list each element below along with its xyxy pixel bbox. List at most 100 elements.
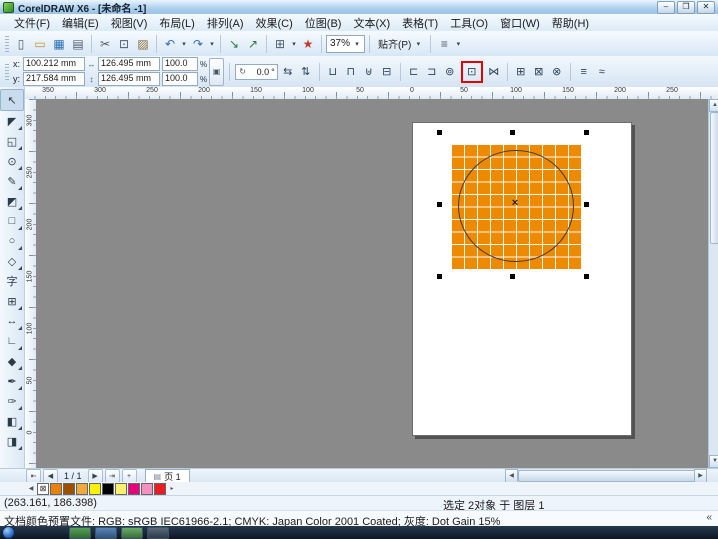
y-position-field[interactable]: 217.584 mm <box>23 72 85 86</box>
palette-scroll-left-button[interactable]: ◀ <box>26 483 36 494</box>
group-button[interactable]: ⊞ <box>513 64 529 80</box>
dimension-tool[interactable]: ↔ <box>1 311 23 331</box>
prev-page-button[interactable]: ◀ <box>43 469 58 483</box>
last-page-button[interactable]: ⇥ <box>105 469 120 483</box>
create-boundary-button[interactable]: ⊚ <box>442 64 458 80</box>
taskbar-button[interactable] <box>69 527 91 539</box>
polygon-tool[interactable]: ◇ <box>1 251 23 271</box>
menu-bitmaps[interactable]: 位图(B) <box>299 14 348 32</box>
menu-table[interactable]: 表格(T) <box>396 14 444 32</box>
smart-fill-tool[interactable]: ◩ <box>1 191 23 211</box>
convert-to-curves-button[interactable]: ≈ <box>594 64 610 80</box>
redo-icon[interactable]: ↷ <box>189 35 207 53</box>
eyedropper-tool[interactable]: ✒ <box>1 371 23 391</box>
welcome-screen-icon[interactable]: ★ <box>299 35 317 53</box>
freehand-tool[interactable]: ✎ <box>1 171 23 191</box>
zoom-dropdown-caret[interactable]: ▾ <box>353 40 361 48</box>
scroll-left-arrow[interactable]: ◀ <box>505 469 518 483</box>
color-swatch[interactable] <box>76 483 88 495</box>
basic-shapes-tool[interactable]: ◆ <box>1 351 23 371</box>
mirror-vertical-button[interactable]: ⇅ <box>298 64 314 80</box>
open-icon[interactable]: ▭ <box>31 35 49 53</box>
color-swatch[interactable] <box>154 483 166 495</box>
page-tab[interactable]: ▤ 页 1 <box>145 469 190 483</box>
options-dropdown-caret[interactable]: ▾ <box>454 40 462 48</box>
scale-v-field[interactable]: 100.0 <box>162 72 198 86</box>
menu-effects[interactable]: 效果(C) <box>250 14 299 32</box>
ellipse-tool[interactable]: ○ <box>1 231 23 251</box>
save-icon[interactable]: ▦ <box>50 35 68 53</box>
add-page-button[interactable]: + <box>122 469 137 483</box>
lock-ratio-button[interactable]: ▣ <box>209 58 224 86</box>
next-page-button[interactable]: ▶ <box>88 469 103 483</box>
vertical-scroll-thumb[interactable] <box>710 112 718 244</box>
ungroup-all-button[interactable]: ⊗ <box>549 64 565 80</box>
break-apart-button[interactable]: ⋈ <box>486 64 502 80</box>
scroll-up-arrow[interactable]: ▲ <box>709 99 718 112</box>
color-swatch[interactable] <box>63 483 75 495</box>
color-swatch[interactable] <box>89 483 101 495</box>
palette-flyout-button[interactable]: ▸ <box>167 483 177 494</box>
color-swatch[interactable] <box>102 483 114 495</box>
first-page-button[interactable]: ⇤ <box>26 469 41 483</box>
menu-file[interactable]: 文件(F) <box>8 14 56 32</box>
color-swatch[interactable] <box>128 483 140 495</box>
menu-edit[interactable]: 编辑(E) <box>56 14 105 32</box>
x-position-field[interactable]: 100.212 mm <box>23 57 85 71</box>
weld-button[interactable]: ⊔ <box>325 64 341 80</box>
start-button[interactable] <box>2 526 15 539</box>
taskbar-button[interactable] <box>147 527 169 539</box>
horizontal-scroll-thumb[interactable] <box>518 470 696 482</box>
collapse-button[interactable]: « <box>706 512 712 523</box>
undo-icon[interactable]: ↶ <box>161 35 179 53</box>
snap-to-combo[interactable]: 贴齐(P) ▾ <box>374 35 426 53</box>
zoom-level-combo[interactable]: 37% ▾ <box>326 35 365 53</box>
taskbar-button[interactable] <box>121 527 143 539</box>
taskbar-button[interactable] <box>95 527 117 539</box>
options-icon[interactable]: ≡ <box>435 35 453 53</box>
align-distribute-button[interactable]: ≡ <box>576 64 592 80</box>
fill-tool[interactable]: ◧ <box>1 411 23 431</box>
maximize-button[interactable]: ❐ <box>677 1 695 14</box>
front-minus-back-button[interactable]: ⊏ <box>406 64 422 80</box>
intersect-button[interactable]: ⊎ <box>361 64 377 80</box>
rotation-angle-field[interactable]: ↻ 0.0 ° <box>235 64 278 80</box>
color-swatch[interactable] <box>50 483 62 495</box>
paste-icon[interactable]: ▨ <box>134 35 152 53</box>
toolbar-grip[interactable] <box>5 36 9 52</box>
menu-help[interactable]: 帮助(H) <box>546 14 595 32</box>
menu-layout[interactable]: 布局(L) <box>153 14 200 32</box>
snap-dropdown-caret[interactable]: ▾ <box>414 40 422 48</box>
connector-tool[interactable]: ∟ <box>1 331 23 351</box>
no-color-swatch[interactable]: ⊠ <box>37 483 49 495</box>
copy-icon[interactable]: ⊡ <box>115 35 133 53</box>
redo-dropdown-caret[interactable]: ▾ <box>208 40 216 48</box>
object-height-field[interactable]: 126.495 mm <box>98 72 160 86</box>
cut-icon[interactable]: ✂ <box>96 35 114 53</box>
property-bar-grip[interactable] <box>5 64 9 80</box>
trim-button[interactable]: ⊓ <box>343 64 359 80</box>
object-width-field[interactable]: 126.495 mm <box>98 57 160 71</box>
selection-center-marker[interactable]: × <box>509 197 521 209</box>
menu-view[interactable]: 视图(V) <box>105 14 154 32</box>
interactive-fill-tool[interactable]: ◨ <box>1 431 23 451</box>
outline-pen-tool[interactable]: ✑ <box>1 391 23 411</box>
print-icon[interactable]: ▤ <box>69 35 87 53</box>
rectangle-tool[interactable]: □ <box>1 211 23 231</box>
vertical-scrollbar[interactable]: ▲ ▼ <box>708 99 718 468</box>
mirror-horizontal-button[interactable]: ⇆ <box>280 64 296 80</box>
combine-button[interactable]: ⊡ <box>464 64 480 80</box>
zoom-tool[interactable]: ⊙ <box>1 151 23 171</box>
scroll-right-arrow[interactable]: ▶ <box>694 469 707 483</box>
simplify-button[interactable]: ⊟ <box>379 64 395 80</box>
scale-h-field[interactable]: 100.0 <box>162 57 198 71</box>
import-icon[interactable]: ↘ <box>225 35 243 53</box>
close-button[interactable]: ✕ <box>697 1 715 14</box>
undo-dropdown-caret[interactable]: ▾ <box>180 40 188 48</box>
shape-tool[interactable]: ◤ <box>1 111 23 131</box>
horizontal-scrollbar[interactable]: ◀ ▶ <box>505 469 707 481</box>
back-minus-front-button[interactable]: ⊐ <box>424 64 440 80</box>
launcher-dropdown-caret[interactable]: ▾ <box>290 40 298 48</box>
color-swatch[interactable] <box>141 483 153 495</box>
drawing-canvas[interactable]: × <box>36 99 708 468</box>
